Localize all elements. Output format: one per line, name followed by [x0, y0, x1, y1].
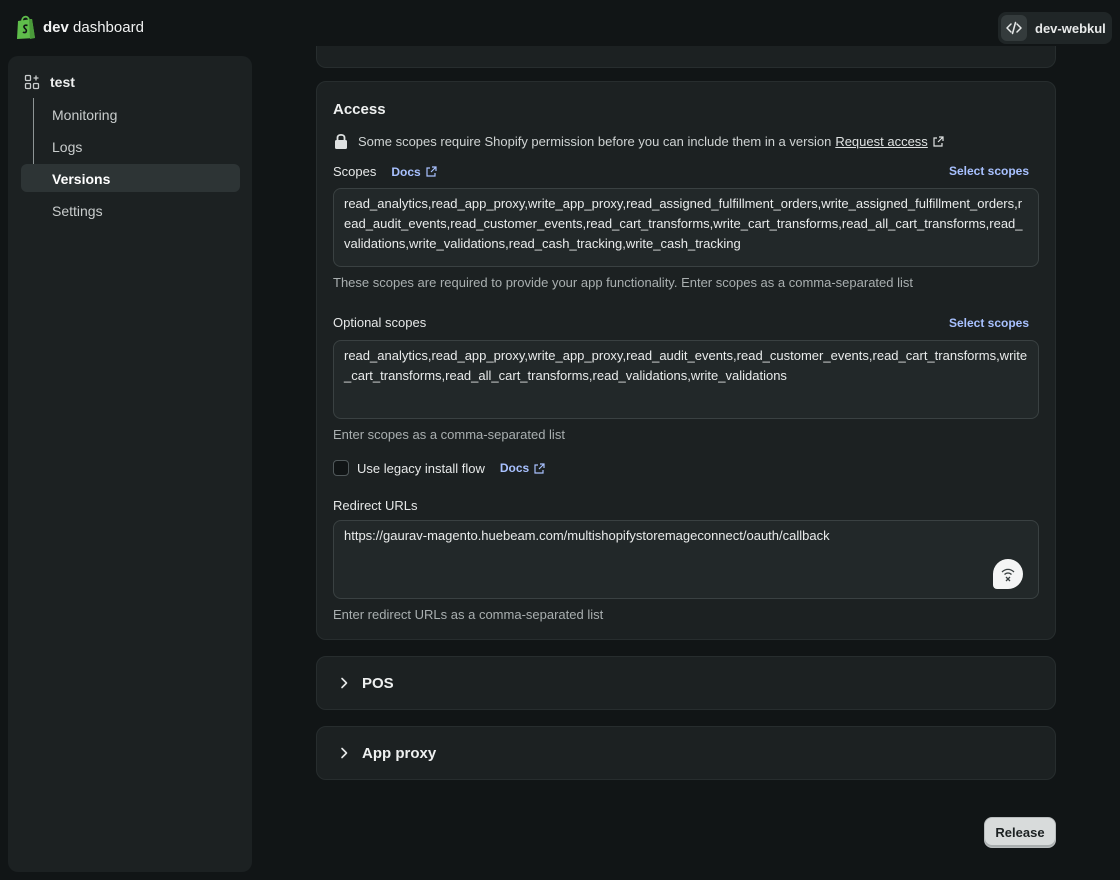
lock-icon: [335, 133, 347, 149]
legacy-install-row: Use legacy install flow Docs: [333, 460, 545, 476]
external-link-icon: [426, 166, 437, 177]
brand-rest: dashboard: [68, 19, 144, 36]
sidebar-item-versions[interactable]: Versions: [52, 171, 110, 187]
account-switcher[interactable]: dev-webkul: [998, 12, 1112, 44]
notice-text: Some scopes require Shopify permission b…: [358, 133, 832, 149]
sidebar-item-monitoring[interactable]: Monitoring: [52, 107, 117, 123]
scopes-textarea[interactable]: read_analytics,read_app_proxy,write_app_…: [333, 188, 1039, 267]
chevron-right-icon: [341, 677, 348, 689]
chevron-right-icon: [341, 747, 348, 759]
apps-grid-icon: [24, 74, 40, 90]
scopes-docs-link[interactable]: Docs: [391, 165, 437, 179]
account-name: dev-webkul: [1035, 20, 1106, 36]
redirect-urls-label: Redirect URLs: [333, 498, 418, 513]
request-access-link[interactable]: Request access: [835, 134, 928, 149]
permission-notice: Some scopes require Shopify permission b…: [334, 133, 944, 149]
code-icon: [1001, 15, 1027, 41]
pos-section-title: POS: [362, 674, 394, 692]
app-proxy-section[interactable]: App proxy: [316, 726, 1056, 780]
redirect-urls-textarea[interactable]: https://gaurav-magento.huebeam.com/multi…: [333, 520, 1039, 599]
sidebar: test Monitoring Logs Versions Settings: [8, 56, 252, 872]
redirect-help-text: Enter redirect URLs as a comma-separated…: [333, 607, 604, 622]
shopify-bag-icon[interactable]: [15, 15, 37, 40]
scopes-label-row: Scopes Docs: [333, 164, 437, 179]
app-name: test: [50, 74, 75, 90]
assistant-widget-icon[interactable]: [993, 559, 1023, 589]
access-heading: Access: [333, 101, 386, 118]
scopes-help-text: These scopes are required to provide you…: [333, 275, 914, 290]
optional-scopes-label-row: Optional scopes: [333, 315, 426, 330]
access-card: Access Some scopes require Shopify permi…: [316, 81, 1056, 640]
redirect-urls-value: https://gaurav-magento.huebeam.com/multi…: [344, 528, 830, 543]
scopes-label: Scopes: [333, 164, 377, 179]
external-link-icon: [534, 462, 545, 474]
external-link-icon: [933, 135, 944, 147]
optional-scopes-help-text: Enter scopes as a comma-separated list: [333, 427, 565, 442]
previous-section-card: [316, 46, 1056, 68]
sidebar-item-settings[interactable]: Settings: [52, 203, 103, 219]
brand-title[interactable]: dev dashboard: [43, 19, 144, 36]
app-proxy-section-title: App proxy: [362, 744, 437, 762]
legacy-docs-link[interactable]: Docs: [500, 461, 545, 475]
release-button[interactable]: Release: [984, 817, 1056, 848]
sidebar-item-logs[interactable]: Logs: [52, 139, 82, 155]
pos-section[interactable]: POS: [316, 656, 1056, 710]
legacy-install-label[interactable]: Use legacy install flow: [357, 461, 485, 476]
sidebar-app-test[interactable]: test: [24, 74, 75, 90]
optional-select-scopes-button[interactable]: Select scopes: [949, 316, 1029, 330]
legacy-install-checkbox[interactable]: [333, 460, 349, 476]
optional-scopes-textarea[interactable]: read_analytics,read_app_proxy,write_app_…: [333, 340, 1039, 419]
select-scopes-button[interactable]: Select scopes: [949, 164, 1029, 178]
redirect-label-row: Redirect URLs: [333, 498, 418, 513]
brand-bold: dev: [43, 19, 69, 36]
optional-scopes-label: Optional scopes: [333, 315, 427, 330]
